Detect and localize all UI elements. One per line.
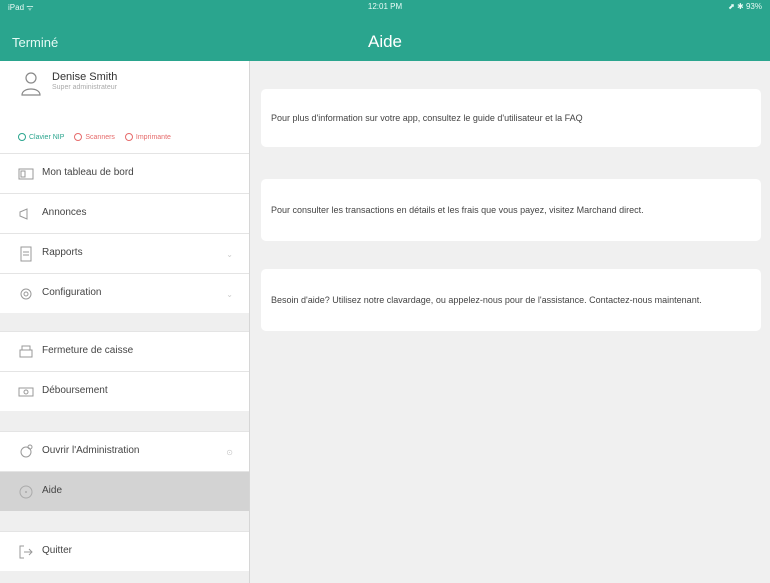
sidebar-item-label: Aide — [42, 485, 63, 496]
help-icon — [19, 485, 33, 499]
help-card-guide[interactable]: Pour plus d'information sur votre app, c… — [261, 89, 761, 147]
user-icon — [21, 72, 41, 96]
logout-icon — [19, 545, 33, 559]
settings-icon — [20, 288, 32, 300]
sidebar-item-label: Mon tableau de bord — [42, 167, 134, 178]
sidebar: Denise Smith Super administrateur Clavie… — [0, 61, 250, 583]
help-card-text: Besoin d'aide? Utilisez notre clavardage… — [271, 295, 702, 305]
help-card-support[interactable]: Besoin d'aide? Utilisez notre clavardage… — [261, 269, 761, 331]
admin-icon — [20, 444, 33, 458]
sidebar-item-open-admin[interactable]: Ouvrir l'Administration ⊙ — [0, 431, 249, 471]
help-content: Pour plus d'information sur votre app, c… — [250, 61, 770, 583]
device-actions: Clavier NIP Scanners Imprimante — [18, 133, 248, 141]
sidebar-item-announcements[interactable]: Annonces — [0, 193, 249, 233]
chevron-down-icon: ⌄ — [226, 250, 233, 259]
help-card-merchant[interactable]: Pour consulter les transactions en détai… — [261, 179, 761, 241]
status-battery: ⬈ ✱ 93% — [728, 2, 762, 11]
sidebar-item-label: Déboursement — [42, 385, 108, 396]
sidebar-item-label: Configuration — [42, 287, 102, 298]
page-title: Aide — [367, 32, 403, 51]
toggle-icon[interactable]: ⊙ — [226, 448, 233, 457]
megaphone-icon — [19, 208, 28, 220]
status-dot-icon — [18, 133, 26, 141]
sidebar-item-label: Quitter — [42, 545, 73, 556]
status-dot-icon — [124, 133, 133, 141]
sidebar-item-help[interactable]: Aide — [0, 471, 249, 511]
sidebar-item-quit[interactable]: Quitter — [0, 531, 249, 571]
printer-button[interactable]: Imprimante — [124, 133, 171, 141]
scanners-button[interactable]: Scanners — [74, 133, 115, 141]
user-panel: Denise Smith Super administrateur Clavie… — [0, 61, 249, 153]
sidebar-item-label: Annonces — [42, 207, 87, 218]
user-name: Denise Smith — [52, 71, 118, 83]
status-time: 12:01 PM — [367, 2, 403, 11]
help-card-text: Pour plus d'information sur votre app, c… — [271, 113, 583, 123]
chevron-down-icon: ⌄ — [226, 290, 233, 299]
document-icon — [20, 246, 32, 262]
user-role: Super administrateur — [52, 84, 117, 91]
sidebar-item-label: Fermeture de caisse — [42, 345, 134, 356]
money-icon — [18, 387, 34, 397]
status-dot-icon — [74, 133, 83, 141]
sidebar-item-configuration[interactable]: Configuration ⌄ — [0, 273, 249, 313]
cash-register-icon — [19, 345, 33, 358]
top-bar: iPad ᯤ 12:01 PM ⬈ ✱ 93% Terminé Aide — [0, 0, 770, 61]
sidebar-item-cash-close[interactable]: Fermeture de caisse — [0, 331, 249, 371]
help-card-text: Pour consulter les transactions en détai… — [271, 205, 644, 215]
sidebar-item-reports[interactable]: Rapports ⌄ — [0, 233, 249, 273]
dashboard-icon — [18, 168, 34, 180]
pin-pad-button[interactable]: Clavier NIP — [18, 133, 64, 141]
sidebar-item-dashboard[interactable]: Mon tableau de bord — [0, 153, 249, 193]
sidebar-item-label: Ouvrir l'Administration — [42, 445, 140, 456]
sidebar-item-disbursement[interactable]: Déboursement — [0, 371, 249, 411]
sidebar-item-label: Rapports — [42, 247, 83, 258]
